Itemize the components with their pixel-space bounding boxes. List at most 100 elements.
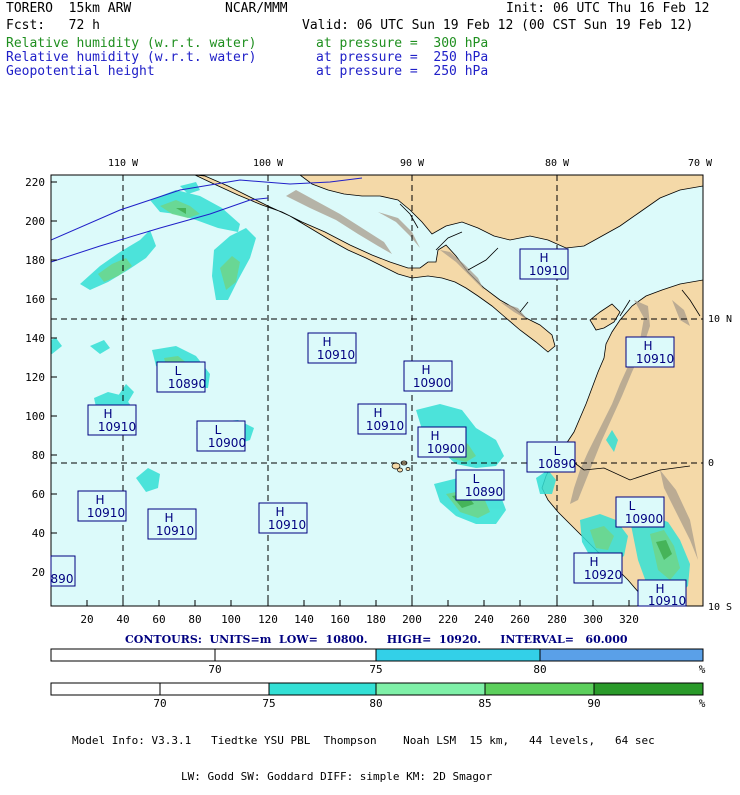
center-0: H 10910 xyxy=(519,248,569,280)
center-3: H 10900 xyxy=(403,360,453,392)
svg-text:260: 260 xyxy=(510,613,530,626)
center-5-type: H xyxy=(373,406,382,420)
center-1: H 10910 xyxy=(307,332,357,364)
center-11: H 10910 xyxy=(147,508,197,540)
center-0-type: H xyxy=(539,251,548,265)
weather-map: H 10910 H 10910 L 10890 H 10900 H 10910 … xyxy=(25,158,732,710)
center-9-value: 10890 xyxy=(538,457,576,471)
center-12-type: H xyxy=(275,505,284,519)
lon-label-100w: 100 W xyxy=(253,158,284,169)
left-axis-labels: 220 200 180 160 140 120 100 80 60 40 20 xyxy=(25,176,45,579)
center-6: L 10900 xyxy=(196,420,246,452)
center-6-value: 10900 xyxy=(208,436,246,450)
center-7-value: 10910 xyxy=(87,506,125,520)
colorbar-rh300: 70 75 80 85 90 % xyxy=(50,682,706,710)
center-10-value: 10890 xyxy=(465,485,503,499)
svg-text:160: 160 xyxy=(330,613,350,626)
center-13-value: 10910 xyxy=(636,352,674,366)
center-17: 890 xyxy=(50,555,76,587)
center-4: H 10910 xyxy=(87,404,137,436)
svg-text:240: 240 xyxy=(474,613,494,626)
center-3-value: 10900 xyxy=(413,376,451,390)
svg-text:300: 300 xyxy=(583,613,603,626)
svg-text:120: 120 xyxy=(258,613,278,626)
lat-label-10s: 10 S xyxy=(708,602,732,613)
svg-text:80: 80 xyxy=(32,449,45,462)
model-info-line2: LW: Godd SW: Goddard DIFF: simple KM: 2D… xyxy=(181,770,493,783)
svg-text:280: 280 xyxy=(547,613,567,626)
cb1-label-75: 75 xyxy=(369,663,382,676)
svg-text:200: 200 xyxy=(402,613,422,626)
svg-text:20: 20 xyxy=(80,613,93,626)
svg-text:180: 180 xyxy=(25,254,45,267)
top-lon-labels: 110 W 100 W 90 W 80 W 70 W xyxy=(108,158,713,169)
center-16-value: 10910 xyxy=(648,594,686,608)
right-lat-labels: 10 N 0 10 S xyxy=(708,314,732,613)
center-16: H 10910 xyxy=(637,579,687,608)
center-11-type: H xyxy=(164,511,173,525)
lon-label-80w: 80 W xyxy=(545,158,570,169)
center-14-value: 10900 xyxy=(625,512,663,526)
cb2-label-90: 90 xyxy=(587,697,600,710)
svg-text:40: 40 xyxy=(32,527,45,540)
svg-text:100: 100 xyxy=(221,613,241,626)
lat-label-10n: 10 N xyxy=(708,314,732,325)
lon-label-70w: 70 W xyxy=(688,158,713,169)
center-13-type: H xyxy=(643,339,652,353)
center-8-value: 10900 xyxy=(427,442,465,456)
svg-text:220: 220 xyxy=(438,613,458,626)
center-6-type: L xyxy=(215,423,222,437)
svg-text:220: 220 xyxy=(25,176,45,189)
center-4-value: 10910 xyxy=(98,420,136,434)
svg-text:20: 20 xyxy=(32,566,45,579)
center-13: H 10910 xyxy=(625,336,675,368)
center-2-value: 10890 xyxy=(168,377,206,391)
center-0-value: 10910 xyxy=(529,264,567,278)
center-17-value: 890 xyxy=(51,572,74,586)
cb2-label-70: 70 xyxy=(153,697,166,710)
center-14: L 10900 xyxy=(615,496,665,528)
cb1-label-80: 80 xyxy=(533,663,546,676)
svg-text:60: 60 xyxy=(152,613,165,626)
svg-text:140: 140 xyxy=(294,613,314,626)
cb1-unit: % xyxy=(699,663,706,676)
center-9: L 10890 xyxy=(526,441,576,473)
lon-label-90w: 90 W xyxy=(400,158,425,169)
svg-text:120: 120 xyxy=(25,371,45,384)
svg-text:320: 320 xyxy=(619,613,639,626)
center-1-type: H xyxy=(322,335,331,349)
svg-text:60: 60 xyxy=(32,488,45,501)
center-4-type: H xyxy=(103,407,112,421)
colorbar-rh250: 70 75 80 % xyxy=(50,648,706,676)
svg-text:200: 200 xyxy=(25,215,45,228)
center-9-type: L xyxy=(554,444,561,458)
center-2-type: L xyxy=(175,364,182,378)
center-15-type: H xyxy=(589,555,598,569)
cb2-unit: % xyxy=(699,697,706,710)
center-2: L 10890 xyxy=(156,361,206,393)
center-15-value: 10920 xyxy=(584,568,622,582)
contours-info: CONTOURS: UNITS=m LOW= 10800. HIGH= 1092… xyxy=(125,633,628,646)
center-10-type: L xyxy=(473,472,480,486)
center-7: H 10910 xyxy=(77,490,127,522)
svg-text:160: 160 xyxy=(25,293,45,306)
center-8: H 10900 xyxy=(417,426,467,458)
svg-text:180: 180 xyxy=(366,613,386,626)
center-5: H 10910 xyxy=(357,403,407,435)
cb2-label-80: 80 xyxy=(369,697,382,710)
center-15: H 10920 xyxy=(573,552,623,584)
lon-label-110w: 110 W xyxy=(108,158,139,169)
center-5-value: 10910 xyxy=(366,419,404,433)
center-3-type: H xyxy=(421,363,430,377)
bottom-axis-labels: 20 40 60 80 100 120 140 160 180 200 220 … xyxy=(80,613,639,626)
center-12-value: 10910 xyxy=(268,518,306,532)
center-11-value: 10910 xyxy=(156,524,194,538)
cb1-label-70: 70 xyxy=(208,663,221,676)
center-10: L 10890 xyxy=(455,469,505,501)
cb2-label-85: 85 xyxy=(478,697,491,710)
model-info-line1: Model Info: V3.3.1 Tiedtke YSU PBL Thomp… xyxy=(72,734,655,747)
center-14-type: L xyxy=(629,499,636,513)
svg-text:40: 40 xyxy=(116,613,129,626)
cb2-label-75: 75 xyxy=(262,697,275,710)
lat-label-0: 0 xyxy=(708,458,714,469)
